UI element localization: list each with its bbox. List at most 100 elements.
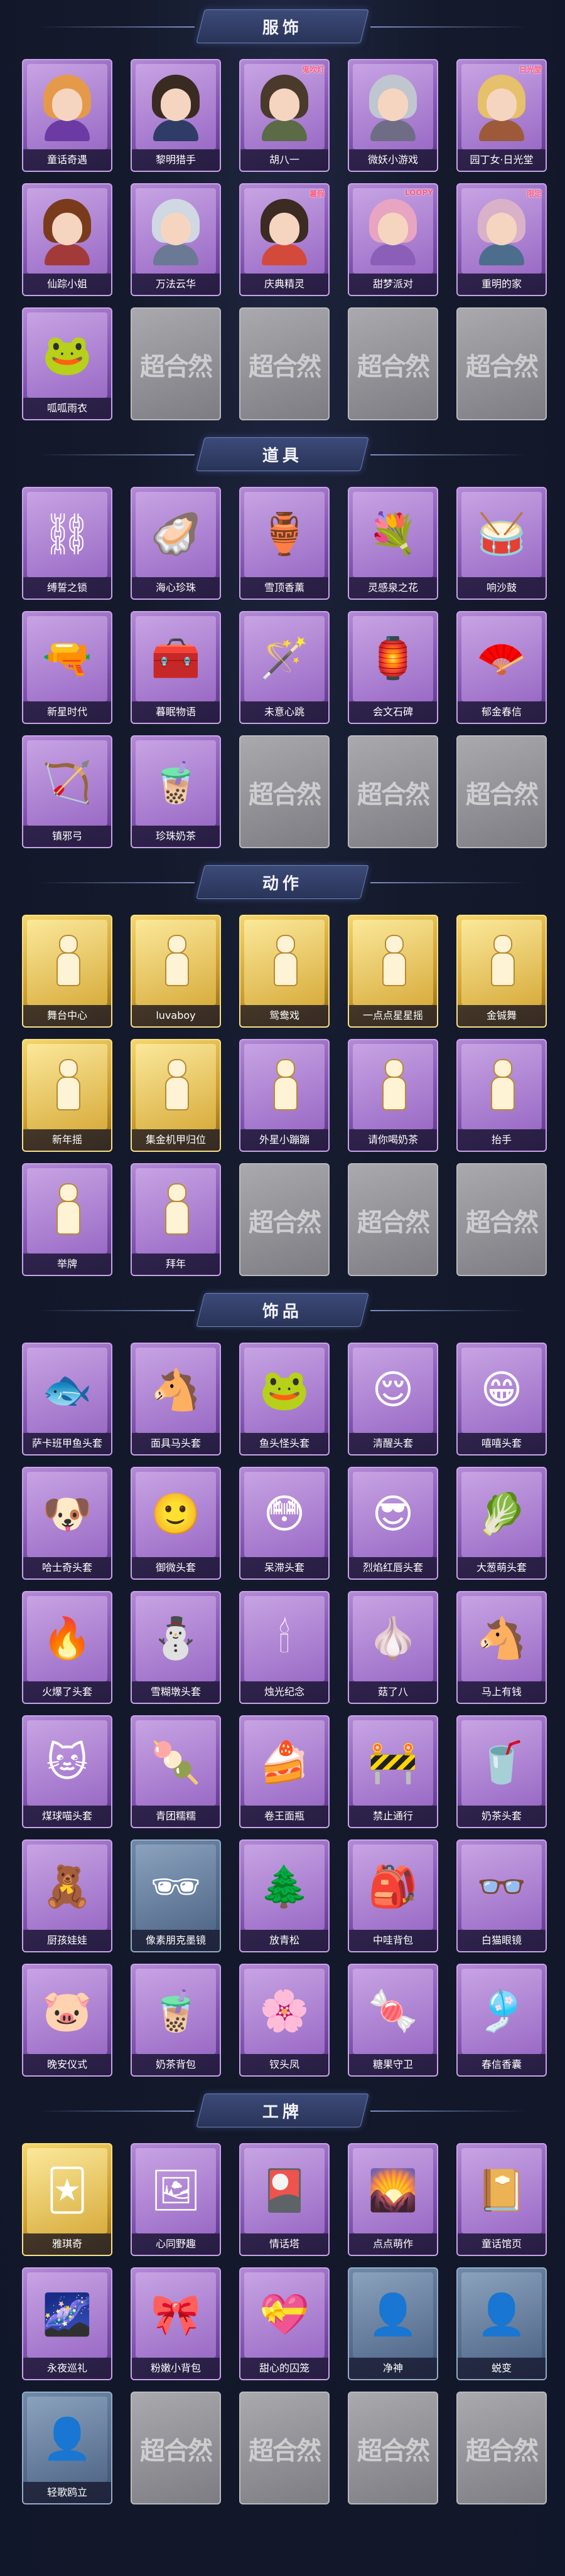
limited-tag: 暑假	[309, 189, 325, 198]
character-face	[161, 213, 191, 245]
item-card[interactable]: 🐱 煤球喵头套	[22, 1715, 112, 1828]
item-card[interactable]: 鸳鸯戏	[239, 915, 330, 1028]
item-card[interactable]: 童话奇遇	[22, 59, 112, 172]
item-card[interactable]: 🐸 鱼头怪头套	[239, 1343, 330, 1456]
item-label: 青团糯糯	[132, 1806, 220, 1827]
item-card[interactable]: 🧸 厨孩娃娃	[22, 1839, 112, 1952]
item-card[interactable]: 外星小蹦蹦	[239, 1039, 330, 1152]
item-card[interactable]: 🍬 糖果守卫	[348, 1964, 438, 2077]
item-icon: 📔	[476, 2168, 527, 2214]
item-card[interactable]: 黎明猎手	[131, 59, 221, 172]
item-label: 灵感泉之花	[349, 577, 437, 599]
item-card[interactable]: 🖼 心同野趣	[131, 2143, 221, 2256]
item-card[interactable]: 🦪 海心珍珠	[131, 487, 221, 600]
item-card[interactable]: 🕶 像素朋克墨镜	[131, 1839, 221, 1952]
item-card[interactable]: ⛄ 雪糊墩头套	[131, 1591, 221, 1704]
item-art	[136, 920, 216, 1005]
character-face	[269, 213, 299, 245]
pose-silhouette-icon	[262, 1055, 306, 1118]
item-card[interactable]: 😌 清醒头套	[348, 1343, 438, 1456]
item-card[interactable]: 一点点星星摇	[348, 915, 438, 1028]
item-card[interactable]: 🐷 晚安仪式	[22, 1964, 112, 2077]
item-card[interactable]: 🐸 呱呱雨衣	[22, 307, 112, 420]
item-card[interactable]: 限定 重明的家	[456, 183, 547, 296]
item-label: 奶茶头套	[458, 1806, 546, 1827]
item-card[interactable]: 🎀 粉嫩小背包	[131, 2267, 221, 2380]
item-card[interactable]: 舞台中心	[22, 915, 112, 1028]
item-card[interactable]: 🕯 烛光纪念	[239, 1591, 330, 1704]
item-card[interactable]: 🌲 放青松	[239, 1839, 330, 1952]
item-card[interactable]: 🥁 响沙鼓	[456, 487, 547, 600]
item-card[interactable]: 请你喝奶茶	[348, 1039, 438, 1152]
item-card[interactable]: 🧋 珍珠奶茶	[131, 735, 221, 848]
item-card[interactable]: 🐴 面具马头套	[131, 1343, 221, 1456]
item-card[interactable]: 新年摇	[22, 1039, 112, 1152]
item-label: 甜梦派对	[349, 274, 437, 295]
item-card[interactable]: 举牌	[22, 1163, 112, 1276]
item-card[interactable]: 金铖舞	[456, 915, 547, 1028]
item-card[interactable]: 🎴 情话塔	[239, 2143, 330, 2256]
item-card[interactable]: 🍰 卷王面瓶	[239, 1715, 330, 1828]
item-art: 🧄	[353, 1596, 433, 1681]
item-card[interactable]: 🃏 雅琪奇	[22, 2143, 112, 2256]
item-card[interactable]: 🐴 马上有钱	[456, 1591, 547, 1704]
item-card[interactable]: 🧰 暮眠物语	[131, 611, 221, 724]
pose-head	[276, 935, 295, 954]
item-card[interactable]: 👤 轻歌鸥立	[22, 2392, 112, 2504]
item-card[interactable]: 🐶 哈士奇头套	[22, 1467, 112, 1580]
item-card[interactable]: 🏹 镇邪弓	[22, 735, 112, 848]
item-card[interactable]: LOOPY 甜梦派对	[348, 183, 438, 296]
item-art: 🧸	[27, 1844, 107, 1930]
item-label: 外星小蹦蹦	[240, 1129, 328, 1151]
item-art: 👤	[27, 2397, 107, 2482]
item-card[interactable]: luvaboy	[131, 915, 221, 1028]
item-card[interactable]: 🧋 奶茶背包	[131, 1964, 221, 2077]
item-card[interactable]: 💝 甜心的囚笼	[239, 2267, 330, 2380]
item-card[interactable]: 😁 嘻嘻头套	[456, 1343, 547, 1456]
item-card[interactable]: 🎐 春信香囊	[456, 1964, 547, 2077]
item-card[interactable]: 🌸 钗头凤	[239, 1964, 330, 2077]
item-art: 🌲	[244, 1844, 325, 1930]
item-card[interactable]: 🏺 雪顶香薰	[239, 487, 330, 600]
item-card[interactable]: 集金机甲归位	[131, 1039, 221, 1152]
item-card[interactable]: 🎒 中哇背包	[348, 1839, 438, 1952]
item-card[interactable]: 抬手	[456, 1039, 547, 1152]
item-card[interactable]: 🌄 点点萌作	[348, 2143, 438, 2256]
item-card[interactable]: 万法云华	[131, 183, 221, 296]
item-card[interactable]: 微妖小游戏	[348, 59, 438, 172]
item-card[interactable]: 🍡 青团糯糯	[131, 1715, 221, 1828]
item-icon: 🍰	[259, 1740, 309, 1786]
item-card[interactable]: 🔥 火爆了头套	[22, 1591, 112, 1704]
item-card[interactable]: 暑假 庆典精灵	[239, 183, 330, 296]
character-body	[45, 120, 90, 141]
item-card[interactable]: 🚧 禁止通行	[348, 1715, 438, 1828]
item-card[interactable]: 🌌 永夜巡礼	[22, 2267, 112, 2380]
item-card[interactable]: 🥬 大葱萌头套	[456, 1467, 547, 1580]
item-card[interactable]: 鬼吹灯 胡八一	[239, 59, 330, 172]
item-card[interactable]: 👤 蜕变	[456, 2267, 547, 2380]
item-card[interactable]: 👓 白猫眼镜	[456, 1839, 547, 1952]
item-icon: 🥬	[476, 1491, 527, 1538]
item-card[interactable]: 😎 烈焰红唇头套	[348, 1467, 438, 1580]
item-card[interactable]: 💐 灵感泉之花	[348, 487, 438, 600]
item-card[interactable]: 🐟 萨卡班甲鱼头套	[22, 1343, 112, 1456]
item-card[interactable]: 🧄 菇了八	[348, 1591, 438, 1704]
empty-slot: 超合然	[456, 1163, 547, 1276]
item-label: 心同野趣	[132, 2233, 220, 2255]
item-card[interactable]: 🏮 会文石碑	[348, 611, 438, 724]
item-card[interactable]: 🪄 未意心跳	[239, 611, 330, 724]
item-card[interactable]: 🪭 郁金春信	[456, 611, 547, 724]
item-card[interactable]: 😳 呆滞头套	[239, 1467, 330, 1580]
item-card[interactable]: 日光堂 园丁女·日光堂	[456, 59, 547, 172]
item-card[interactable]: 👤 净神	[348, 2267, 438, 2380]
item-icon: 🌄	[368, 2168, 418, 2214]
item-card[interactable]: 📔 童话馆页	[456, 2143, 547, 2256]
item-label: 郁金春信	[458, 701, 546, 723]
item-card[interactable]: 🥤 奶茶头套	[456, 1715, 547, 1828]
item-card[interactable]: ⛓ 缚誓之锁	[22, 487, 112, 600]
item-card[interactable]: 🙂 御微头套	[131, 1467, 221, 1580]
item-card[interactable]: 🔫 新星时代	[22, 611, 112, 724]
item-card[interactable]: 仙踪小姐	[22, 183, 112, 296]
item-art: 🧋	[136, 740, 216, 826]
item-card[interactable]: 拜年	[131, 1163, 221, 1276]
